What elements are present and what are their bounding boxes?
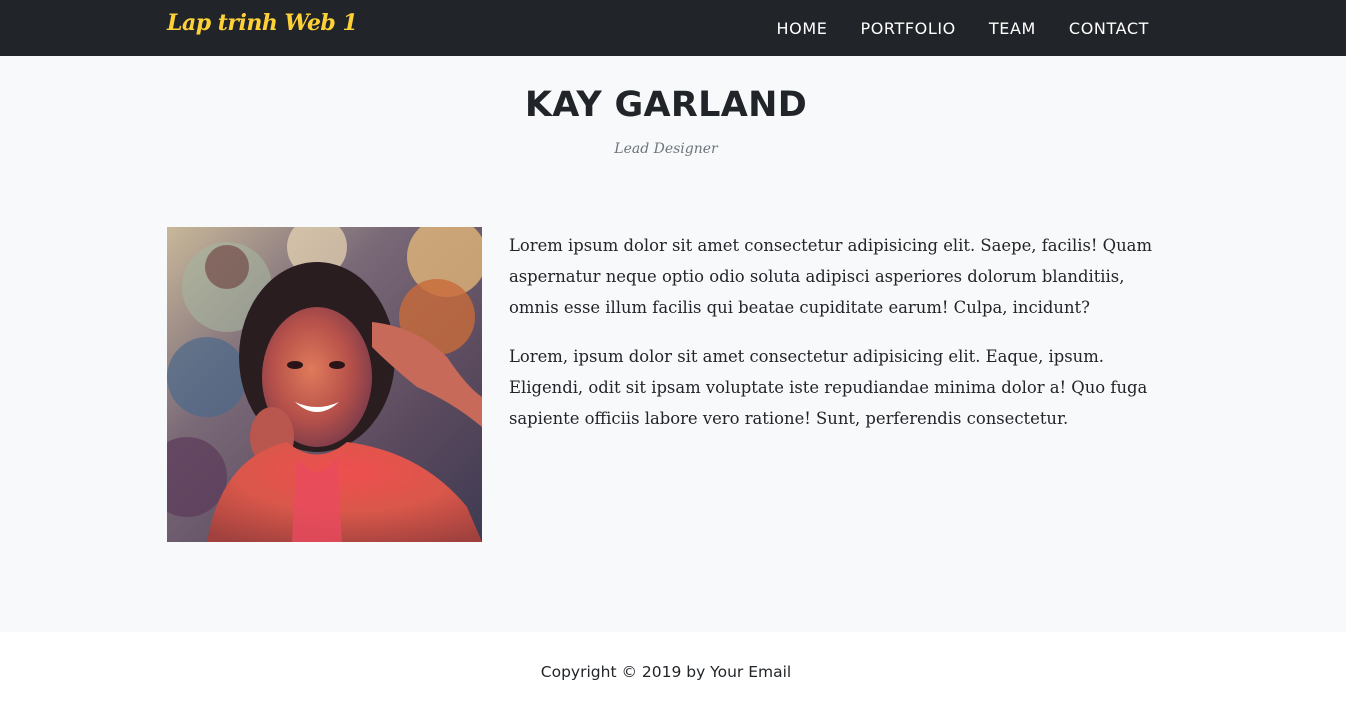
profile-bio: Lorem ipsum dolor sit amet consectetur a… — [509, 230, 1174, 452]
nav-link-portfolio[interactable]: PORTFOLIO — [860, 19, 955, 38]
nav-link-contact[interactable]: CONTACT — [1069, 19, 1149, 38]
navbar: Lap trinh Web 1 HOME PORTFOLIO TEAM CONT… — [0, 0, 1346, 56]
nav-menu: HOME PORTFOLIO TEAM CONTACT — [744, 0, 1149, 56]
profile-photo — [167, 227, 482, 542]
nav-link-team[interactable]: TEAM — [989, 19, 1036, 38]
footer: Copyright © 2019 by Your Email — [0, 632, 1346, 716]
bio-paragraph: Lorem, ipsum dolor sit amet consectetur … — [509, 347, 1148, 428]
nav-link-home[interactable]: HOME — [777, 19, 828, 38]
copyright-text: Copyright © 2019 by Your Email — [540, 663, 792, 681]
brand-logo[interactable]: Lap trinh Web 1 — [167, 10, 358, 36]
bio-paragraph: Lorem ipsum dolor sit amet consectetur a… — [509, 236, 1152, 317]
profile-role: Lead Designer — [614, 141, 718, 157]
profile-name: KAY GARLAND — [524, 85, 808, 125]
profile-section: KAY GARLAND Lead Designer Lorem ipsum do… — [0, 56, 1346, 632]
profile-photo-illustration — [167, 227, 482, 542]
